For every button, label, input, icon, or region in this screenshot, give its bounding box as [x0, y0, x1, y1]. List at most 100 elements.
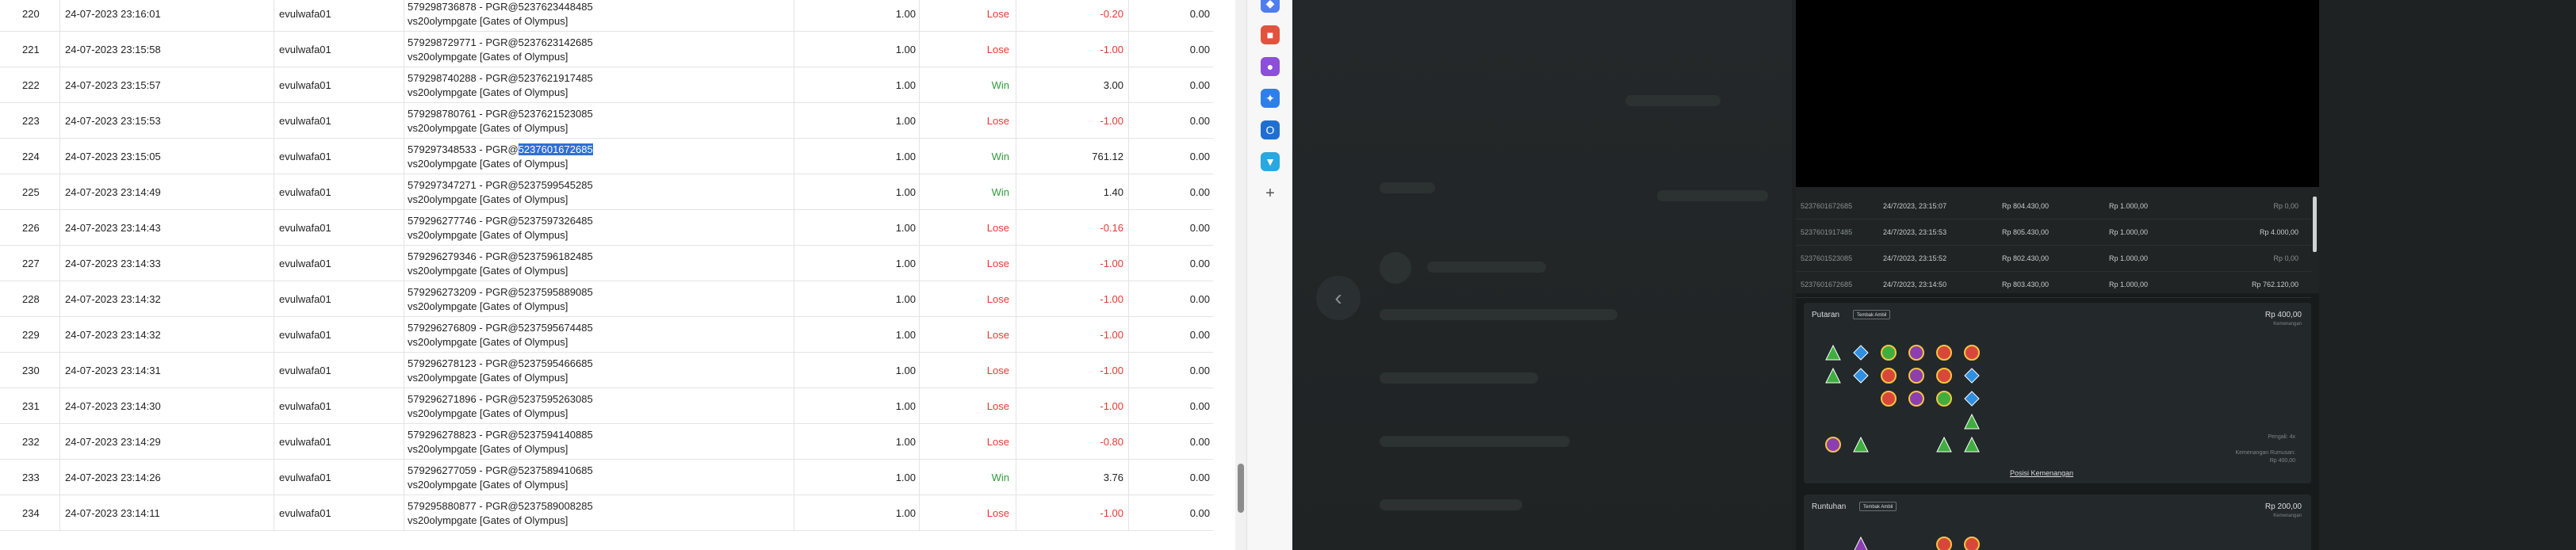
- round-history-list: 5237601672685 24/7/2023, 23:15:07 Rp 804.4…: [1796, 187, 2319, 298]
- symbol-icon: [1935, 367, 1953, 384]
- row-jackpot: 0.00: [1189, 507, 1210, 519]
- row-description: 579298780761 - PGR@5237621523085 vs20olym…: [404, 103, 794, 139]
- table-row[interactable]: 230 24-07-2023 23:14:31 evulwafa01 57929627…: [0, 353, 1213, 388]
- ref-text: 579297348533 - PGR@5237601672685: [408, 143, 593, 155]
- row-date: 24-07-2023 23:14:30: [60, 388, 274, 424]
- row-number: 229: [0, 317, 60, 353]
- row-description: 579296278123 - PGR@5237595466685 vs20olym…: [404, 353, 794, 388]
- row-user: evulwafa01: [274, 353, 404, 388]
- table-row[interactable]: 231 24-07-2023 23:14:30 evulwafa01 57929627…: [0, 388, 1213, 424]
- round-title: Runtuhan: [1812, 502, 1847, 511]
- diamond-icon[interactable]: ◆: [1261, 0, 1280, 13]
- history-row[interactable]: 5237601917485 24/7/2023, 23:15:53 Rp 805.4…: [1796, 220, 2311, 246]
- row-winloss: -1.00: [1016, 32, 1129, 67]
- table-row[interactable]: 220 24-07-2023 23:16:01 evulwafa01 57929873…: [0, 0, 1213, 32]
- ref-text: 579296276809 - PGR@5237595674485: [408, 321, 593, 334]
- table-row[interactable]: 222 24-07-2023 23:15:57 evulwafa01 57929874…: [0, 67, 1213, 103]
- symbol-icon: [1963, 436, 1981, 453]
- row-jackpot: 0.00: [1189, 400, 1210, 412]
- blurred-bar: [1380, 499, 1522, 510]
- win-position-link[interactable]: Posisi Kemenangan: [2010, 469, 2073, 477]
- row-user: evulwafa01: [274, 0, 404, 32]
- history-row[interactable]: 5237601672685 24/7/2023, 23:15:07 Rp 804.4…: [1796, 193, 2311, 220]
- table-row[interactable]: 226 24-07-2023 23:14:43 evulwafa01 57929627…: [0, 210, 1213, 246]
- row-bet: 1.00: [794, 67, 920, 103]
- row-winloss: -1.00: [1016, 103, 1129, 139]
- toolbox-icon[interactable]: ■: [1261, 25, 1280, 44]
- row-number: 221: [0, 32, 60, 67]
- game-text: vs20olympgate [Gates of Olympus]: [408, 300, 568, 312]
- row-jackpot: 0.00: [1189, 258, 1210, 269]
- row-description: 579296277059 - PGR@5237589410685 vs20olym…: [404, 460, 794, 495]
- table-row[interactable]: 232 24-07-2023 23:14:29 evulwafa01 57929627…: [0, 424, 1213, 460]
- round-badge: Tembak Ambil: [1859, 502, 1897, 511]
- history-row[interactable]: 5237601523085 24/7/2023, 23:15:52 Rp 802.4…: [1796, 246, 2311, 272]
- row-jackpot: 0.00: [1189, 186, 1210, 198]
- row-bet: 1.00: [794, 495, 920, 531]
- ref-text: 579298736878 - PGR@5237623448485: [408, 0, 593, 13]
- row-winloss: -1.00: [1016, 495, 1129, 531]
- row-jackpot: 0.00: [1189, 472, 1210, 483]
- table-row[interactable]: 233 24-07-2023 23:14:26 evulwafa01 57929627…: [0, 460, 1213, 495]
- row-date: 24-07-2023 23:14:33: [60, 246, 274, 281]
- history-id: 5237601523085: [1801, 254, 1853, 262]
- row-number: 233: [0, 460, 60, 495]
- table-row[interactable]: 229 24-07-2023 23:14:32 evulwafa01 57929627…: [0, 317, 1213, 353]
- row-bet: 1.00: [794, 174, 920, 210]
- symbol-icon: [1963, 390, 1981, 407]
- symbol-icon: [1824, 436, 1842, 453]
- table-row[interactable]: 228 24-07-2023 23:14:32 evulwafa01 57929627…: [0, 281, 1213, 317]
- row-description: 579296277746 - PGR@5237597326485 vs20olym…: [404, 210, 794, 246]
- table-row[interactable]: 234 24-07-2023 23:14:11 evulwafa01 57929588…: [0, 495, 1213, 531]
- copilot-icon[interactable]: ✦: [1261, 89, 1280, 108]
- row-user: evulwafa01: [274, 210, 404, 246]
- table-row[interactable]: 224 24-07-2023 23:15:05 evulwafa01 57929734…: [0, 139, 1213, 174]
- row-bet: 1.00: [794, 103, 920, 139]
- history-scrollbar[interactable]: [2313, 197, 2317, 252]
- row-bet: 1.00: [794, 139, 920, 174]
- blurred-background: [1292, 0, 1792, 550]
- row-date: 24-07-2023 23:15:57: [60, 67, 274, 103]
- row-jackpot: 0.00: [1189, 365, 1210, 376]
- ref-text: 579298729771 - PGR@5237623142685: [408, 36, 593, 48]
- row-bet: 1.00: [794, 460, 920, 495]
- page-scrollbar[interactable]: [1235, 0, 1246, 550]
- table-row[interactable]: 223 24-07-2023 23:15:53 evulwafa01 57929878…: [0, 103, 1213, 139]
- row-bet: 1.00: [794, 353, 920, 388]
- row-date: 24-07-2023 23:14:29: [60, 424, 274, 460]
- chevron-left-icon: ‹: [1334, 285, 1342, 310]
- row-bet: 1.00: [794, 317, 920, 353]
- game-text: vs20olympgate [Gates of Olympus]: [408, 14, 568, 27]
- row-description: 579296279346 - PGR@5237596182485 vs20olym…: [404, 246, 794, 281]
- row-date: 24-07-2023 23:16:01: [60, 0, 274, 32]
- row-status: Lose: [920, 210, 1016, 246]
- symbol-icon: [1908, 344, 1925, 361]
- row-status: Lose: [920, 32, 1016, 67]
- history-date: 24/7/2023, 23:15:53: [1883, 228, 1947, 236]
- add-icon[interactable]: +: [1261, 184, 1280, 203]
- outlook-icon[interactable]: O: [1261, 120, 1280, 139]
- history-row[interactable]: 5237601672685 24/7/2023, 23:14:50 Rp 803.4…: [1796, 272, 2311, 298]
- row-winloss: 761.12: [1016, 139, 1129, 174]
- row-description: 579296278823 - PGR@5237594140885 vs20olym…: [404, 424, 794, 460]
- page-scrollbar-thumb[interactable]: [1238, 464, 1244, 513]
- blurred-bar: [1657, 190, 1768, 201]
- row-user: evulwafa01: [274, 67, 404, 103]
- history-date: 24/7/2023, 23:15:07: [1883, 202, 1947, 210]
- row-number: 222: [0, 67, 60, 103]
- row-date: 24-07-2023 23:15:58: [60, 32, 274, 67]
- person-icon[interactable]: ●: [1261, 57, 1280, 76]
- row-jackpot: 0.00: [1189, 222, 1210, 234]
- cascade-win-note: Kemenangan Rumusan:: [2235, 450, 2296, 456]
- back-arrow-button[interactable]: ‹: [1316, 276, 1361, 320]
- symbol-icon: [1824, 367, 1842, 384]
- row-bet: 1.00: [794, 210, 920, 246]
- row-description: 579296276809 - PGR@5237595674485 vs20olym…: [404, 317, 794, 353]
- table-row[interactable]: 221 24-07-2023 23:15:58 evulwafa01 57929872…: [0, 32, 1213, 67]
- row-status: Lose: [920, 246, 1016, 281]
- row-status: Lose: [920, 0, 1016, 32]
- row-status: Win: [920, 460, 1016, 495]
- shopping-icon[interactable]: ▼: [1261, 152, 1280, 171]
- table-row[interactable]: 225 24-07-2023 23:14:49 evulwafa01 57929734…: [0, 174, 1213, 210]
- table-row[interactable]: 227 24-07-2023 23:14:33 evulwafa01 57929627…: [0, 246, 1213, 281]
